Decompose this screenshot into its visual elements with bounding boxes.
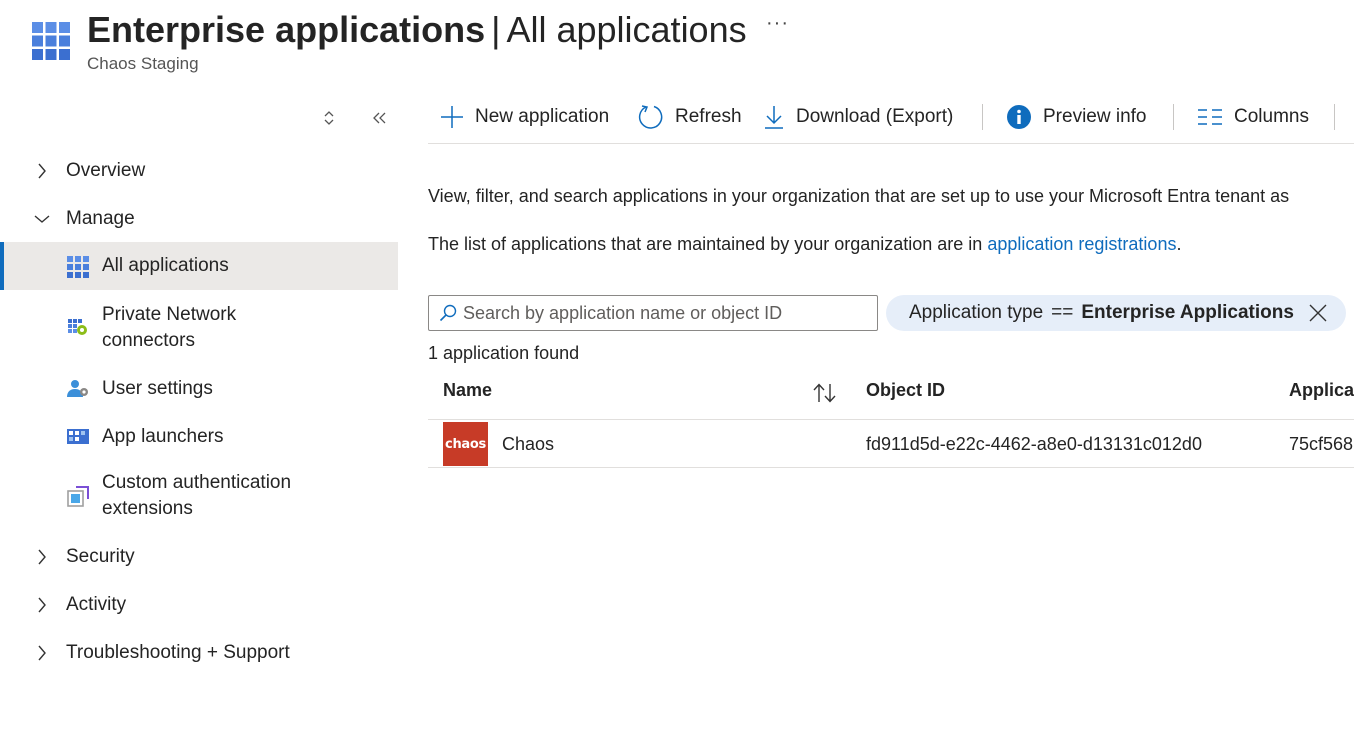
chevron-right-icon — [30, 641, 54, 665]
new-application-button[interactable]: New application — [440, 102, 609, 132]
sidebar-label: Overview — [66, 160, 146, 181]
chevron-right-icon — [30, 545, 54, 569]
sidebar-item-app-launchers[interactable]: App launchers — [0, 420, 398, 454]
sidebar-item-custom-auth-extensions[interactable]: Custom authentication extensions — [0, 468, 398, 524]
refresh-button[interactable]: Refresh — [638, 102, 742, 132]
sidebar-item-overview[interactable]: Overview — [0, 156, 398, 186]
sort-icon[interactable] — [812, 382, 838, 404]
sidebar-item-troubleshooting[interactable]: Troubleshooting + Support — [0, 638, 398, 668]
toolbar-divider — [982, 104, 983, 130]
download-icon — [765, 106, 783, 129]
refresh-icon — [638, 105, 663, 129]
result-count: 1 application found — [428, 343, 580, 363]
button-label: New application — [475, 106, 610, 127]
info-icon — [1007, 105, 1031, 129]
plus-icon — [441, 106, 463, 128]
chevron-right-icon — [30, 159, 54, 183]
filter-value: Enterprise Applications — [1081, 302, 1294, 323]
table-divider — [428, 419, 1354, 420]
note-text: The list of applications that are mainta… — [428, 234, 983, 254]
enterprise-apps-grid-icon — [32, 22, 70, 60]
object-id-cell: fd911d5d-e22c-4462-a8e0-d13131c012d0 — [866, 434, 1202, 454]
sidebar-item-all-applications[interactable]: All applications — [0, 242, 398, 290]
download-export-button[interactable]: Download (Export) — [763, 102, 953, 132]
sidebar-item-user-settings[interactable]: User settings — [0, 372, 398, 406]
columns-icon — [1198, 109, 1222, 125]
registrations-note: The list of applications that are mainta… — [428, 234, 1181, 255]
page-title-main: Enterprise applications — [87, 9, 486, 50]
custom-extension-icon — [67, 486, 89, 507]
sidebar-label: Manage — [66, 208, 135, 229]
filter-pill[interactable]: Application type == Enterprise Applicati… — [886, 295, 1346, 331]
chevron-right-icon — [30, 593, 54, 617]
button-label: Download (Export) — [796, 106, 954, 127]
column-header-application-id[interactable]: Applica — [1289, 380, 1354, 401]
tenant-name: Chaos Staging — [87, 54, 199, 73]
column-header-name[interactable]: Name — [443, 380, 492, 401]
sidebar-label: All applications — [102, 255, 229, 276]
table-row-border — [428, 467, 1354, 468]
sidebar-label: Troubleshooting + Support — [66, 642, 290, 663]
search-icon — [439, 304, 457, 322]
collapse-sidebar-icon[interactable] — [368, 106, 392, 130]
sidebar-label: Activity — [66, 594, 127, 615]
button-label: Refresh — [675, 106, 742, 127]
filter-key: Application type — [909, 302, 1044, 323]
page-description: View, filter, and search applications in… — [428, 186, 1290, 206]
page-title-sub: All applications — [506, 9, 747, 50]
sidebar-item-private-network-connectors[interactable]: Private Network connectors — [0, 300, 398, 356]
sidebar-label: Private Network connectors — [102, 304, 237, 351]
app-launcher-icon — [67, 429, 89, 444]
sidebar-label: Custom authentication extensions — [102, 472, 292, 519]
page-title: Enterprise applications | All applications — [87, 8, 747, 52]
title-separator: | — [491, 9, 501, 50]
network-connector-icon — [68, 319, 87, 335]
app-logo: chaos — [443, 422, 488, 466]
expand-collapse-icon[interactable] — [317, 106, 341, 130]
search-input[interactable] — [463, 302, 863, 324]
sidebar-label: User settings — [102, 378, 213, 399]
sidebar-item-activity[interactable]: Activity — [0, 590, 398, 620]
grid-icon — [67, 256, 89, 278]
remove-filter-close-icon[interactable] — [1308, 303, 1328, 323]
sidebar-item-security[interactable]: Security — [0, 542, 398, 572]
sidebar-item-manage[interactable]: Manage — [0, 204, 398, 234]
note-suffix: . — [1176, 234, 1182, 254]
sidebar-label: Security — [66, 546, 135, 567]
application-id-cell: 75cf568 — [1289, 434, 1354, 454]
columns-button[interactable]: Columns — [1197, 102, 1309, 132]
filter-operator: == — [1051, 302, 1074, 323]
more-options-button[interactable]: ··· — [766, 12, 789, 35]
command-bar: New application Refresh Download (Export… — [428, 92, 1354, 144]
sidebar-label: App launchers — [102, 426, 224, 447]
preview-info-button[interactable]: Preview info — [1006, 102, 1147, 132]
chevron-down-icon — [30, 207, 54, 231]
button-label: Columns — [1234, 106, 1309, 127]
column-header-object-id[interactable]: Object ID — [866, 380, 945, 401]
search-box[interactable] — [428, 295, 878, 331]
toolbar-divider — [1173, 104, 1174, 130]
user-settings-icon — [67, 380, 88, 397]
application-registrations-link[interactable]: application registrations — [987, 234, 1176, 254]
button-label: Preview info — [1043, 106, 1147, 127]
toolbar-divider — [1334, 104, 1335, 130]
app-name-link[interactable]: Chaos — [502, 434, 554, 455]
